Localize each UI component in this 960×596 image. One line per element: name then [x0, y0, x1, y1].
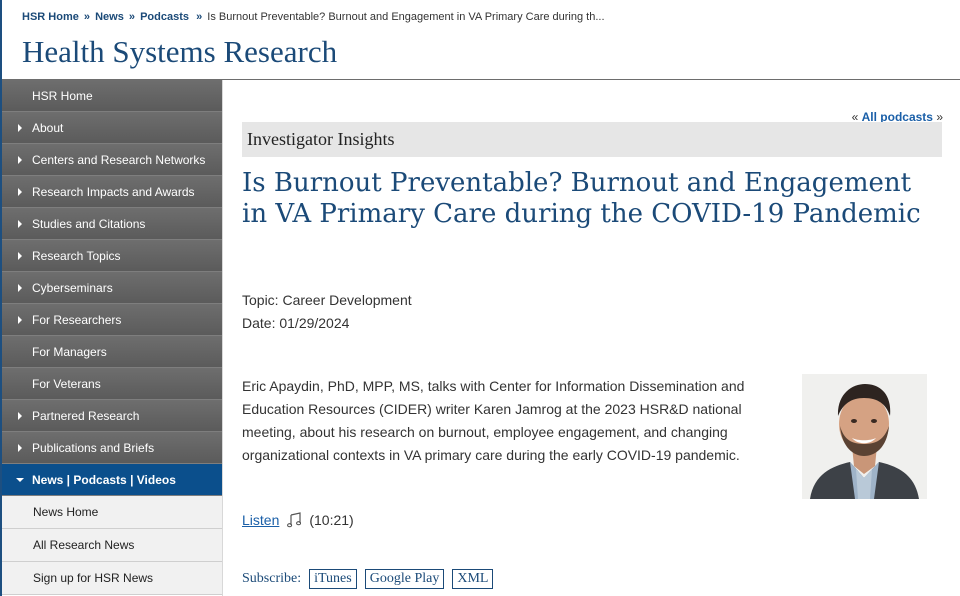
sidebar-item-label: Centers and Research Networks: [32, 152, 206, 167]
subscribe-itunes-button[interactable]: iTunes: [309, 569, 357, 589]
sidebar-item-topics[interactable]: Research Topics: [2, 240, 222, 272]
sidebar-nav: HSR Home About Centers and Research Netw…: [2, 80, 222, 595]
breadcrumb-news[interactable]: News: [95, 11, 124, 23]
sidebar-item-hsr-home[interactable]: HSR Home: [2, 80, 222, 112]
breadcrumb-separator: »: [83, 11, 91, 23]
breadcrumb-current: Is Burnout Preventable? Burnout and Enga…: [207, 11, 605, 23]
caret-right-icon: [18, 316, 22, 324]
sidebar-divider: [222, 80, 223, 596]
podcast-description: Eric Apaydin, PhD, MPP, MS, talks with C…: [242, 378, 745, 463]
sidebar-subitem-news-home[interactable]: News Home: [2, 496, 222, 529]
sidebar-item-label: Partnered Research: [32, 408, 140, 423]
breadcrumb-separator: »: [196, 11, 203, 23]
sidebar-item-impacts[interactable]: Research Impacts and Awards: [2, 176, 222, 208]
sidebar-item-centers[interactable]: Centers and Research Networks: [2, 144, 222, 176]
sidebar-item-managers[interactable]: For Managers: [2, 336, 222, 368]
listen-link[interactable]: Listen: [242, 512, 279, 528]
subscribe-google-play-button[interactable]: Google Play: [364, 569, 445, 589]
caret-right-icon: [18, 412, 22, 420]
caret-right-icon: [18, 284, 22, 292]
breadcrumb-hsr-home[interactable]: HSR Home: [22, 11, 79, 23]
sidebar-item-label: Cyberseminars: [32, 280, 113, 295]
caret-right-icon: [18, 252, 22, 260]
caret-right-icon: [18, 124, 22, 132]
sidebar-item-cyberseminars[interactable]: Cyberseminars: [2, 272, 222, 304]
breadcrumb: HSR Home » News » Podcasts » Is Burnout …: [22, 11, 605, 23]
speaker-photo: [802, 374, 927, 499]
breadcrumb-podcasts[interactable]: Podcasts: [140, 11, 189, 23]
caret-right-icon: [18, 220, 22, 228]
music-note-icon: [287, 512, 302, 528]
listen-duration: (10:21): [309, 512, 354, 528]
sidebar-item-label: About: [32, 120, 64, 135]
sidebar-item-label: For Managers: [32, 344, 107, 359]
sidebar-subitem-all-research-news[interactable]: All Research News: [2, 529, 222, 562]
podcast-title: Is Burnout Preventable? Burnout and Enga…: [242, 168, 921, 229]
portrait-image: [802, 374, 927, 499]
sidebar-item-label: HSR Home: [32, 88, 93, 103]
listen-row: Listen (10:21): [242, 512, 354, 528]
sidebar-item-veterans[interactable]: For Veterans: [2, 368, 222, 400]
sidebar-item-label: For Veterans: [32, 376, 101, 391]
podcast-date: Date: 01/29/2024: [242, 315, 350, 331]
sidebar-subitem-sign-up[interactable]: Sign up for HSR News: [2, 562, 222, 595]
podcast-topic: Topic: Career Development: [242, 292, 412, 308]
sidebar-item-label: Research Topics: [32, 248, 121, 263]
sidebar-item-researchers[interactable]: For Researchers: [2, 304, 222, 336]
subscribe-xml-button[interactable]: XML: [452, 569, 494, 589]
caret-right-icon: [18, 188, 22, 196]
sidebar-item-label: Studies and Citations: [32, 216, 146, 231]
breadcrumb-separator: »: [128, 11, 136, 23]
subscribe-label: Subscribe:: [242, 571, 302, 586]
section-heading-band: Investigator Insights: [242, 122, 942, 157]
site-title[interactable]: Health Systems Research: [22, 34, 337, 70]
caret-right-icon: [18, 156, 22, 164]
caret-right-icon: [18, 444, 22, 452]
sidebar-item-studies[interactable]: Studies and Citations: [2, 208, 222, 240]
caret-down-icon: [16, 478, 24, 482]
sidebar-item-label: For Researchers: [32, 312, 122, 327]
sidebar-item-publications[interactable]: Publications and Briefs: [2, 432, 222, 464]
sidebar-item-label: Research Impacts and Awards: [32, 184, 195, 199]
sidebar-item-label: Publications and Briefs: [32, 440, 155, 455]
sidebar-item-news-podcasts-videos[interactable]: News | Podcasts | Videos: [2, 464, 222, 496]
sidebar-item-partnered[interactable]: Partnered Research: [2, 400, 222, 432]
sidebar-item-about[interactable]: About: [2, 112, 222, 144]
sidebar-item-label: News | Podcasts | Videos: [32, 472, 176, 487]
subscribe-row: Subscribe: iTunes Google Play XML: [242, 569, 494, 589]
section-heading: Investigator Insights: [247, 129, 395, 149]
